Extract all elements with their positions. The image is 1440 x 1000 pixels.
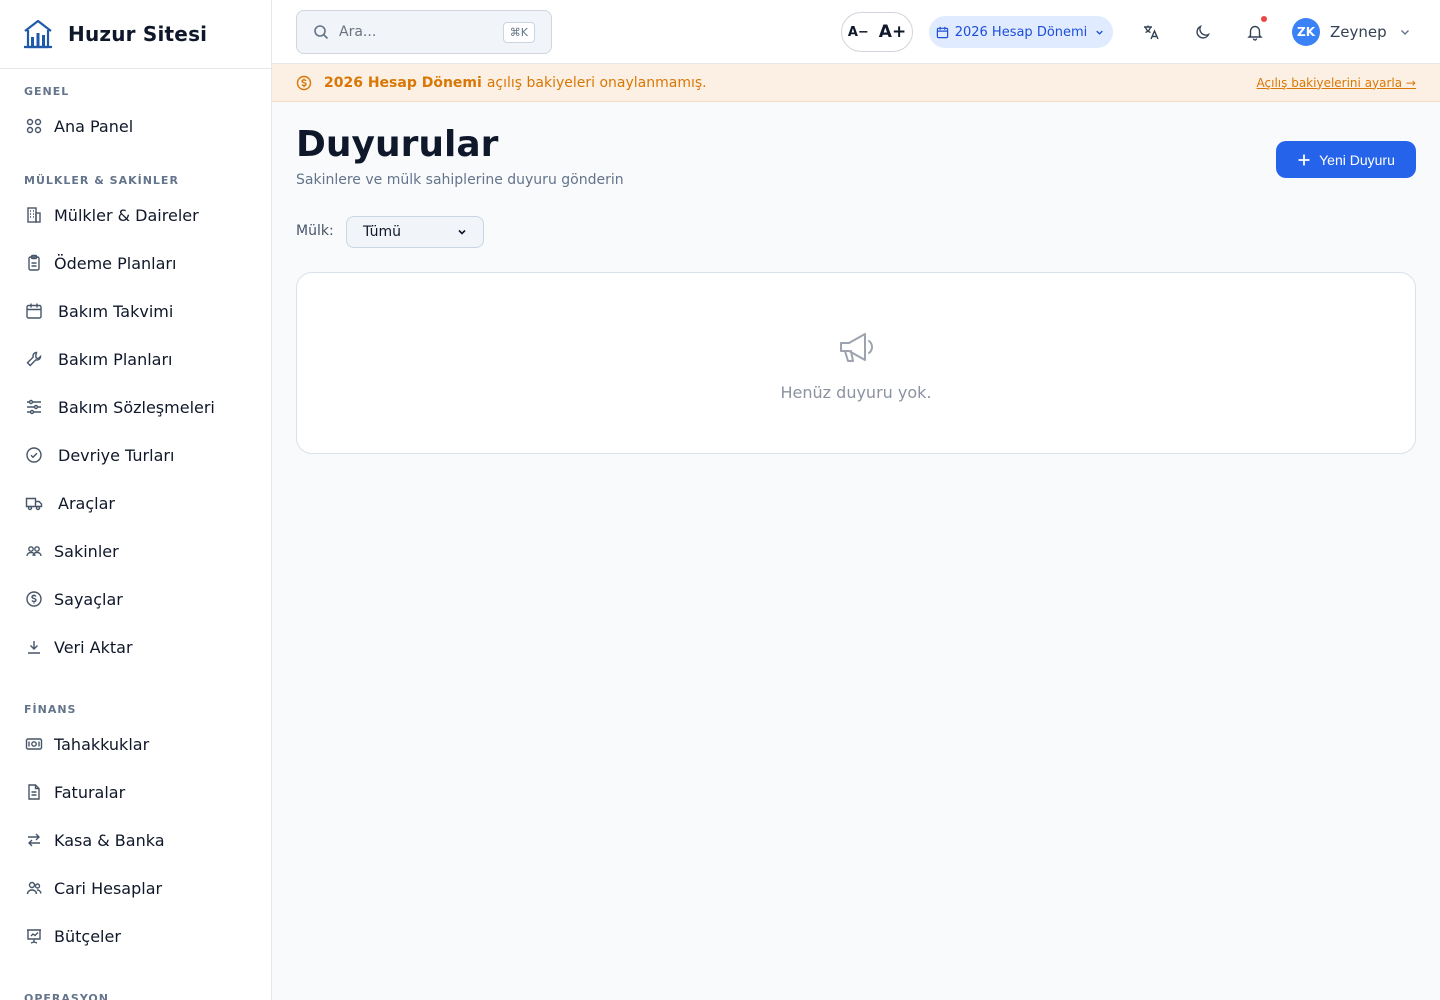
sidebar-item-label: Ana Panel	[54, 116, 134, 136]
sidebar-item-label: Cari Hesaplar	[54, 878, 163, 898]
sidebar-item-veri-aktar[interactable]: Veri Aktar	[0, 623, 271, 671]
page-subtitle: Sakinlere ve mülk sahiplerine duyuru gön…	[296, 172, 624, 188]
grid-icon	[24, 116, 44, 136]
building-chart-logo-icon	[24, 19, 52, 49]
sidebar-item-label: Sakinler	[54, 541, 119, 561]
sidebar-item-devriye-turlari[interactable]: Devriye Turları	[0, 431, 271, 479]
file-icon	[24, 782, 44, 802]
sidebar-item-label: Faturalar	[54, 782, 126, 802]
sidebar-item-odeme-planlari[interactable]: Ödeme Planları	[0, 239, 271, 287]
new-announcement-label: Yeni Duyuru	[1319, 151, 1395, 168]
notifications-button[interactable]	[1243, 16, 1267, 44]
sidebar-item-bakim-planlari[interactable]: Bakım Planları	[0, 335, 271, 383]
banknote-icon	[24, 734, 44, 754]
residents-icon	[24, 541, 44, 561]
sidebar-item-label: Bakım Planları	[58, 349, 173, 369]
wrench-icon	[24, 349, 44, 369]
property-filter-value: Tümü	[363, 224, 402, 240]
plus-icon	[1298, 154, 1310, 165]
warning-banner: 2026 Hesap Dönemi açılış bakiyeleri onay…	[272, 64, 1440, 102]
announcements-empty-state: Henüz duyuru yok.	[296, 272, 1416, 454]
sidebar-item-label: Ödeme Planları	[54, 253, 177, 273]
sidebar-item-butceler[interactable]: Bütçeler	[0, 912, 271, 960]
sidebar-item-mulkler[interactable]: Mülkler & Daireler	[0, 191, 271, 239]
sidebar: Huzur Sitesi GENEL Ana Panel MÜLKLER & S…	[0, 0, 272, 1000]
sidebar-item-ana-panel[interactable]: Ana Panel	[0, 102, 271, 150]
sidebar-item-label: Tahakkuklar	[54, 734, 150, 754]
dark-mode-toggle[interactable]	[1191, 20, 1215, 44]
bell-icon	[1247, 25, 1263, 41]
property-filter-select[interactable]: Tümü	[346, 216, 484, 248]
sidebar-item-label: Bakım Takvimi	[58, 301, 174, 321]
page-title: Duyurular	[296, 124, 499, 165]
property-filter-label: Mülk:	[296, 223, 334, 239]
sidebar-item-cari-hesaplar[interactable]: Cari Hesaplar	[0, 864, 271, 912]
chevron-down-icon	[1400, 30, 1409, 35]
sidebar-item-bakim-takvimi[interactable]: Bakım Takvimi	[0, 287, 271, 335]
sidebar-item-araclar[interactable]: Araçlar	[0, 479, 271, 527]
chevron-down-icon	[1096, 30, 1104, 35]
search-icon	[314, 25, 329, 40]
translate-icon	[1144, 25, 1159, 40]
translate-button[interactable]	[1139, 20, 1163, 44]
user-name: Zeynep	[1330, 23, 1387, 41]
sidebar-item-label: Mülkler & Daireler	[54, 205, 199, 225]
nav-section-genel: GENEL	[24, 85, 70, 98]
dollar-circle-icon	[296, 75, 312, 91]
banner-action-link[interactable]: Açılış bakiyelerini ayarla →	[1257, 76, 1416, 90]
brand[interactable]: Huzur Sitesi	[0, 0, 271, 69]
font-increase-button[interactable]: A+	[879, 22, 906, 42]
sidebar-item-label: Devriye Turları	[58, 445, 175, 465]
search-input[interactable]: Ara... ⌘K	[296, 10, 552, 54]
new-announcement-button[interactable]: Yeni Duyuru	[1276, 141, 1416, 178]
sidebar-item-label: Kasa & Banka	[54, 830, 165, 850]
font-decrease-button[interactable]: A−	[848, 25, 869, 40]
font-size-control: A− A+	[841, 12, 913, 52]
presentation-icon	[24, 926, 44, 946]
sidebar-item-sakinler[interactable]: Sakinler	[0, 527, 271, 575]
period-selector[interactable]: 2026 Hesap Dönemi	[929, 16, 1113, 48]
moon-icon	[1196, 25, 1210, 39]
sidebar-item-label: Sayaçlar	[54, 589, 123, 609]
arrows-exchange-icon	[24, 830, 44, 850]
clipboard-icon	[24, 253, 44, 273]
building-icon	[24, 205, 44, 225]
chevron-down-icon	[457, 227, 467, 237]
nav-section-operasyon: OPERASYON	[24, 992, 109, 1000]
banner-period: 2026 Hesap Dönemi	[324, 74, 482, 91]
sidebar-item-kasa-banka[interactable]: Kasa & Banka	[0, 816, 271, 864]
check-circle-icon	[24, 445, 44, 465]
megaphone-icon	[835, 325, 879, 369]
users-icon	[24, 878, 44, 898]
nav-section-finans: FİNANS	[24, 703, 77, 716]
sidebar-item-bakim-sozlesmeleri[interactable]: Bakım Sözleşmeleri	[0, 383, 271, 431]
truck-icon	[24, 493, 44, 513]
banner-message: açılış bakiyeleri onaylanmamış.	[486, 74, 707, 91]
notification-dot	[1261, 16, 1267, 22]
sidebar-item-label: Araçlar	[58, 493, 115, 513]
brand-name: Huzur Sitesi	[68, 22, 208, 46]
empty-state-text: Henüz duyuru yok.	[780, 383, 932, 402]
calendar-icon	[24, 301, 44, 321]
sidebar-item-tahakkuklar[interactable]: Tahakkuklar	[0, 720, 271, 768]
download-icon	[24, 637, 44, 657]
sidebar-item-label: Veri Aktar	[54, 637, 133, 657]
search-placeholder: Ara...	[339, 24, 377, 40]
sidebar-item-label: Bakım Sözleşmeleri	[58, 397, 215, 417]
calendar-icon	[936, 26, 948, 38]
sidebar-item-sayaclar[interactable]: Sayaçlar	[0, 575, 271, 623]
topbar: Ara... ⌘K A− A+ 2026 Hesap Dönemi ZK Zey…	[272, 0, 1440, 64]
nav-section-mulkler: MÜLKLER & SAKİNLER	[24, 174, 179, 187]
sidebar-item-faturalar[interactable]: Faturalar	[0, 768, 271, 816]
search-shortcut-badge: ⌘K	[502, 21, 535, 43]
sliders-icon	[24, 397, 44, 417]
dollar-circle-icon	[24, 589, 44, 609]
period-label: 2026 Hesap Dönemi	[954, 24, 1088, 40]
user-menu[interactable]: ZK Zeynep	[1292, 17, 1411, 47]
sidebar-item-label: Bütçeler	[54, 926, 121, 946]
avatar: ZK	[1292, 18, 1320, 46]
